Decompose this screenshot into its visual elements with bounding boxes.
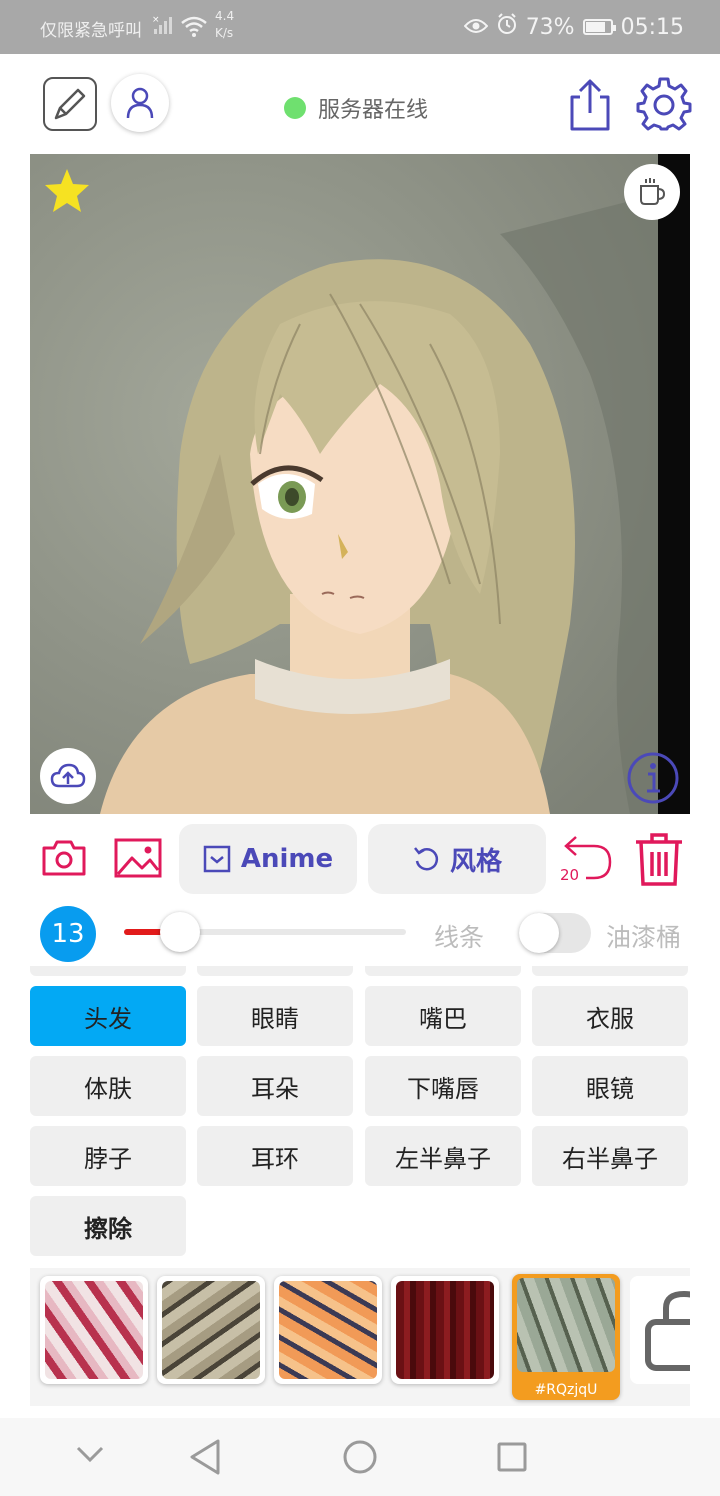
upload-cloud-button[interactable] (40, 748, 96, 804)
scrolled-row-edge (532, 966, 688, 976)
texture-swatch[interactable] (40, 1276, 148, 1384)
part-skin-button[interactable]: 体肤 (30, 1056, 186, 1116)
part-hair-button[interactable]: 头发 (30, 986, 186, 1046)
share-button[interactable] (564, 77, 616, 133)
recents-button[interactable] (496, 1441, 528, 1477)
texture-caption: #RQzjqU (534, 1382, 598, 1398)
delete-button[interactable] (632, 830, 686, 888)
status-right: 73% 05:15 (463, 13, 684, 41)
texture-image (517, 1278, 615, 1372)
home-button[interactable] (342, 1439, 378, 1479)
info-icon (627, 752, 679, 804)
network-speed-unit: K/s (215, 26, 234, 40)
favorite-star-icon[interactable] (42, 166, 92, 220)
image-icon (114, 838, 162, 878)
locked-texture-swatch[interactable] (630, 1276, 690, 1384)
undo-button[interactable]: 20 (558, 832, 614, 886)
status-bar: 仅限紧急呼叫 × 4.4 K/s 73% 05:15 (0, 0, 720, 54)
line-label: 线条 (434, 923, 485, 952)
texture-swatch-selected[interactable]: #RQzjqU (512, 1274, 620, 1400)
battery-percent: 73% (525, 14, 575, 40)
checkbox-icon (203, 845, 231, 873)
scrolled-row-edge (365, 966, 521, 976)
settings-button[interactable] (636, 77, 692, 133)
texture-image (162, 1281, 260, 1379)
part-ears-button[interactable]: 耳朵 (197, 1056, 353, 1116)
gallery-button[interactable] (112, 834, 164, 882)
trash-icon (636, 833, 682, 886)
server-status-text: 服务器在线 (318, 98, 429, 123)
info-button[interactable] (626, 751, 680, 809)
server-online-dot (284, 97, 306, 119)
part-mouth-button[interactable]: 嘴巴 (365, 986, 521, 1046)
user-account-button[interactable] (111, 74, 169, 132)
anime-mode-button[interactable]: Anime (179, 824, 357, 894)
texture-swatch[interactable] (157, 1276, 265, 1384)
paint-bucket-label: 油漆桶 (606, 923, 682, 952)
refresh-icon (414, 847, 439, 871)
part-right-nose-button[interactable]: 右半鼻子 (532, 1126, 688, 1186)
texture-image (45, 1281, 143, 1379)
emergency-call-text: 仅限紧急呼叫 (40, 21, 142, 41)
brush-size-slider-thumb[interactable] (160, 912, 201, 952)
hide-keyboard-button[interactable] (74, 1444, 106, 1468)
cloud-upload-icon (50, 763, 86, 788)
generated-anime-portrait (30, 154, 690, 814)
lock-icon (645, 1290, 690, 1371)
edit-pen-icon (54, 88, 86, 120)
eye-comfort-icon (463, 15, 489, 40)
texture-image (396, 1281, 494, 1379)
undo-count: 20 (560, 866, 580, 884)
battery-fill (585, 22, 605, 32)
style-button[interactable]: 风格 (368, 824, 546, 894)
part-lower-lip-button[interactable]: 下嘴唇 (365, 1056, 521, 1116)
server-status: 服务器在线 (284, 92, 428, 124)
part-eyes-button[interactable]: 眼睛 (197, 986, 353, 1046)
anime-mode-label: Anime (240, 844, 334, 874)
part-neck-button[interactable]: 脖子 (30, 1126, 186, 1186)
no-signal-icon: × (152, 14, 174, 40)
part-clothes-button[interactable]: 衣服 (532, 986, 688, 1046)
back-triangle-icon (190, 1439, 220, 1475)
part-left-nose-button[interactable]: 左半鼻子 (365, 1126, 521, 1186)
style-label: 风格 (449, 846, 502, 877)
svg-text:×: × (152, 15, 160, 25)
coffee-button[interactable] (624, 164, 680, 220)
alarm-icon (496, 13, 518, 41)
part-glasses-button[interactable]: 眼镜 (532, 1056, 688, 1116)
texture-swatch[interactable] (274, 1276, 382, 1384)
texture-swatch[interactable] (391, 1276, 499, 1384)
clock: 05:15 (620, 14, 684, 40)
camera-icon (42, 840, 86, 876)
brush-size-badge: 13 (40, 906, 96, 962)
scrolled-row-edge (30, 966, 186, 976)
user-icon (126, 87, 154, 119)
gear-icon (636, 77, 692, 131)
recents-square-icon (497, 1442, 527, 1472)
texture-strip: #RQzjqU (30, 1268, 690, 1406)
back-button[interactable] (188, 1438, 222, 1480)
network-speed: 4.4 K/s (215, 8, 234, 42)
chevron-down-icon (76, 1446, 104, 1463)
erase-button[interactable]: 擦除 (30, 1196, 186, 1256)
toggle-knob (519, 913, 559, 953)
system-navigation-bar (0, 1418, 720, 1496)
part-earrings-button[interactable]: 耳环 (197, 1126, 353, 1186)
battery-icon (582, 19, 616, 35)
camera-button[interactable] (40, 834, 88, 882)
wifi-icon (180, 14, 208, 42)
coffee-cup-icon (640, 178, 666, 205)
texture-image (279, 1281, 377, 1379)
drawing-canvas[interactable] (30, 154, 690, 814)
scrolled-row-edge (197, 966, 353, 976)
edit-canvas-button[interactable] (43, 77, 97, 131)
paint-bucket-toggle[interactable] (519, 913, 591, 953)
share-icon (570, 79, 610, 131)
home-circle-icon (343, 1440, 377, 1474)
network-speed-value: 4.4 (215, 9, 235, 23)
